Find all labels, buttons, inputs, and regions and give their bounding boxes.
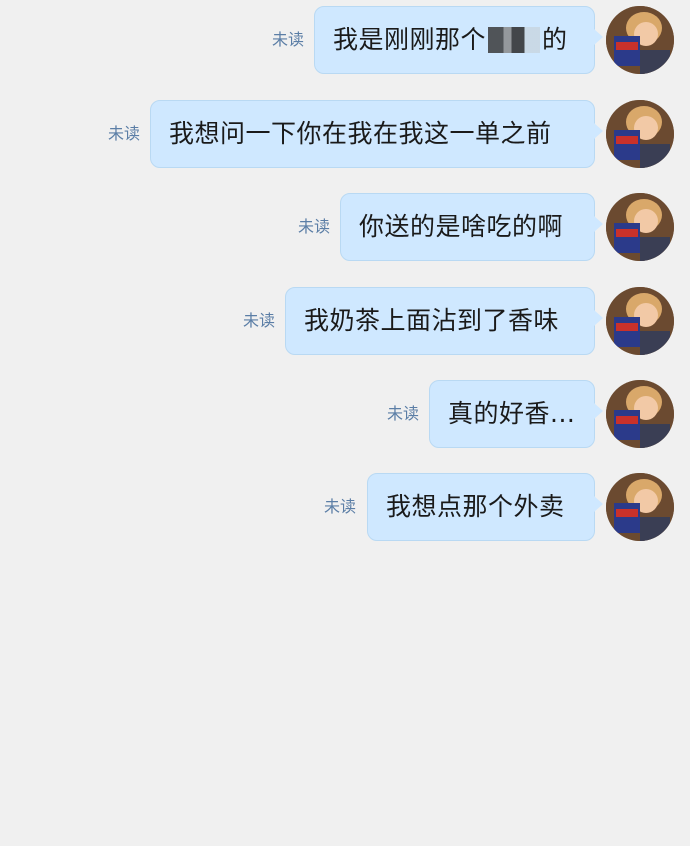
message-row: 未读 我奶茶上面沾到了香味 <box>0 281 690 361</box>
avatar[interactable] <box>606 287 674 355</box>
avatar[interactable] <box>606 193 674 261</box>
message-text: 你送的是啥吃的啊 <box>359 212 564 241</box>
censor-mosaic-icon <box>488 27 541 53</box>
message-row: 未读 我想点那个外卖 <box>0 467 690 547</box>
unread-status: 未读 <box>272 30 305 49</box>
avatar[interactable] <box>606 100 674 168</box>
avatar-photo-icon <box>606 6 674 74</box>
message-text: 我想点那个外卖 <box>386 492 565 521</box>
message-bubble[interactable]: 我想点那个外卖 <box>367 473 603 541</box>
avatar[interactable] <box>606 380 674 448</box>
unread-status: 未读 <box>298 217 331 236</box>
message-text: 的 <box>542 25 568 54</box>
avatar[interactable] <box>606 6 674 74</box>
avatar[interactable] <box>606 473 674 541</box>
unread-status: 未读 <box>108 124 141 143</box>
message-row: 未读 真的好香... <box>0 374 690 454</box>
message-text: 我是刚刚那个 <box>333 25 487 54</box>
message-text: 我想问一下你在我在我这一单之前 <box>169 119 552 148</box>
unread-status: 未读 <box>387 404 420 423</box>
avatar-photo-icon <box>606 193 674 261</box>
unread-status: 未读 <box>243 311 276 330</box>
avatar-photo-icon <box>606 380 674 448</box>
message-text: 真的好香... <box>448 399 576 428</box>
avatar-photo-icon <box>606 473 674 541</box>
message-bubble[interactable]: 我奶茶上面沾到了香味 <box>285 287 603 355</box>
avatar-photo-icon <box>606 100 674 168</box>
message-bubble[interactable]: 我想问一下你在我在我这一单之前 <box>150 100 603 168</box>
avatar-photo-icon <box>606 287 674 355</box>
message-bubble[interactable]: 你送的是啥吃的啊 <box>340 193 603 261</box>
message-bubble[interactable]: 真的好香... <box>429 380 603 448</box>
message-bubble[interactable]: 我是刚刚那个 的 <box>314 6 603 74</box>
message-row: 未读 我是刚刚那个 的 <box>0 0 690 80</box>
message-row: 未读 我想问一下你在我在我这一单之前 <box>0 94 690 174</box>
message-text: 我奶茶上面沾到了香味 <box>304 306 560 335</box>
message-row: 未读 你送的是啥吃的啊 <box>0 187 690 267</box>
chat-message-list[interactable]: 未读 我是刚刚那个 的 未读 我想问一下你在我在我这一单之前 未读 你送的是啥吃的… <box>0 0 690 846</box>
unread-status: 未读 <box>324 497 357 516</box>
